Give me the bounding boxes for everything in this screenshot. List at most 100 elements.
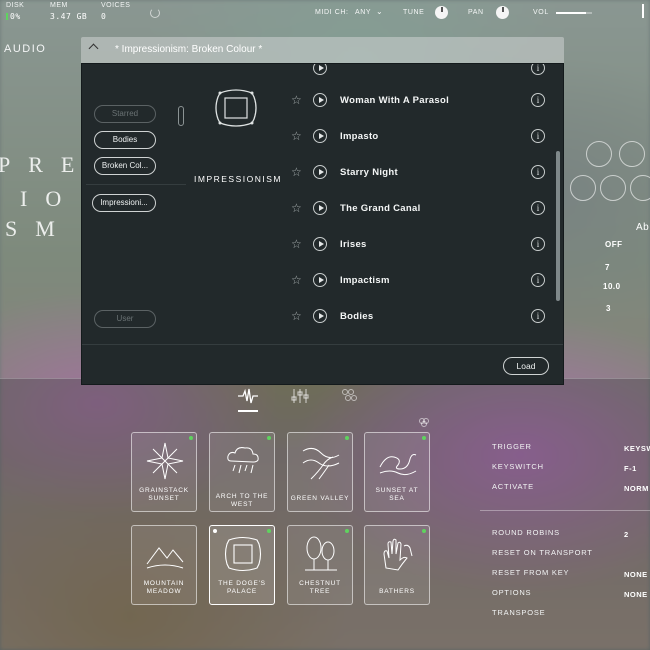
info-icon[interactable]: i [531,165,545,179]
filter-column: Starred Bodies Broken Col... Impressioni… [82,64,184,344]
status-dot [422,436,426,440]
pan-knob[interactable] [496,6,509,19]
preset-row[interactable]: ☆ Woman With A Parasol i [288,82,550,118]
tile-chestnut-tree[interactable]: Chestnut Tree [287,525,353,605]
selected-dot [213,529,217,533]
param-options-value[interactable]: NONE [624,590,648,599]
play-icon[interactable] [313,201,327,215]
preset-name: Starry Night [340,167,398,178]
mem-stat: MEM 3.47 GB [50,2,88,21]
panel-value[interactable]: 3 [606,304,611,313]
status-dot [345,436,349,440]
param-keyswitch-value[interactable]: F-1 [624,464,637,473]
param-trigger-value[interactable]: KEYSW [624,444,650,453]
star-icon[interactable]: ☆ [291,166,302,178]
filter-bodies[interactable]: Bodies [94,131,156,149]
param-reset-transport-label[interactable]: RESET ON TRANSPORT [492,548,593,557]
volume-slider[interactable] [556,12,592,14]
filter-impressionism[interactable]: Impressioni... [92,194,156,212]
browser-header: * Impressionism: Broken Colour * [81,37,564,63]
preset-row[interactable]: ☆ Irises i [288,226,550,262]
filter-user[interactable]: User [94,310,156,328]
load-button[interactable]: Load [503,357,549,375]
vol-label: VOL [533,9,549,16]
play-icon[interactable] [313,165,327,179]
star-icon[interactable]: ☆ [291,202,302,214]
info-icon[interactable]: i [531,64,545,75]
instrument-card[interactable]: IMPRESSIONISM [190,84,286,184]
status-dot [345,529,349,533]
param-round-robins-value[interactable]: 2 [624,530,629,539]
collapse-chevron-icon[interactable] [88,43,99,54]
mem-value: 3.47 GB [50,12,88,21]
param-options-label: OPTIONS [492,588,532,597]
info-icon[interactable]: i [531,201,545,215]
panel-value[interactable]: 7 [605,263,610,272]
star-icon[interactable]: ☆ [291,274,302,286]
play-icon[interactable] [313,93,327,107]
voices-stat: VOICES 0 [101,2,131,21]
preset-row[interactable]: ☆ Starry Night i [288,154,550,190]
preset-row[interactable]: ☆ Bodies i [288,298,550,334]
param-transpose-label[interactable]: TRANSPOSE [492,608,545,617]
preset-row[interactable]: ☆ Impasto i [288,118,550,154]
info-icon[interactable]: i [531,309,545,323]
fx-knob[interactable] [630,175,650,201]
picture-frame-icon [215,89,257,127]
play-icon[interactable] [313,129,327,143]
preset-row[interactable]: ☆ Impactism i [288,262,550,298]
tile-green-valley[interactable]: Green Valley [287,432,353,512]
tile-bathers[interactable]: Bathers [364,525,430,605]
preset-list: i ☆ Woman With A Parasol i ☆ Impasto i ☆… [288,64,558,344]
fx-knob[interactable] [586,141,612,167]
param-activate-value[interactable]: NORM [624,484,649,493]
preset-name: Irises [340,239,367,250]
filter-starred[interactable]: Starred [94,105,156,123]
star-icon[interactable]: ☆ [291,238,302,250]
title-letters-3: SM [5,216,73,241]
waveform-icon[interactable] [238,388,258,404]
fx-knob[interactable] [600,175,626,201]
grid-dots-icon[interactable] [340,388,360,404]
fx-knob[interactable] [619,141,645,167]
tune-knob[interactable] [435,6,448,19]
play-icon[interactable] [313,273,327,287]
midi-channel-select[interactable]: ANY [355,9,371,16]
panel-value[interactable]: 10.0 [603,282,621,291]
tile-grainstack-sunset[interactable]: Grainstack Sunset [131,432,197,512]
star-icon[interactable]: ☆ [291,130,302,142]
status-dot [422,529,426,533]
tile-sunset-at-sea[interactable]: Sunset at Sea [364,432,430,512]
panel-value[interactable]: OFF [605,240,623,249]
filter-scroll-handle[interactable] [178,106,184,126]
trees-icon [305,536,337,571]
hands-icon [383,538,413,571]
preset-scrollbar[interactable] [556,151,560,301]
info-icon[interactable]: i [531,93,545,107]
shuffle-icon[interactable] [418,416,430,428]
param-reset-key-value[interactable]: NONE [624,570,648,579]
play-icon[interactable] [313,237,327,251]
play-icon[interactable] [313,64,327,75]
filter-broken-colour[interactable]: Broken Col... [94,157,156,175]
divider [86,184,186,185]
play-icon[interactable] [313,309,327,323]
info-icon[interactable]: i [531,237,545,251]
fx-knob[interactable] [570,175,596,201]
preset-browser: Starred Bodies Broken Col... Impressioni… [81,63,564,385]
level-meter [642,4,644,18]
refresh-icon[interactable] [150,8,160,18]
info-icon[interactable]: i [531,129,545,143]
tile-mountain-meadow[interactable]: Mountain Meadow [131,525,197,605]
preset-row[interactable]: ☆ The Grand Canal i [288,190,550,226]
preset-name: Impasto [340,131,379,142]
star-icon[interactable]: ☆ [291,310,302,322]
star-icon[interactable]: ☆ [291,94,302,106]
mixer-sliders-icon[interactable] [290,388,310,404]
tile-the-doges-palace[interactable]: The Doge's Palace [209,525,275,605]
midi-channel-label: MIDI CH: [315,9,349,16]
info-icon[interactable]: i [531,273,545,287]
chevron-down-icon[interactable]: ⌄ [376,7,383,16]
tile-arch-to-the-west[interactable]: Arch to the West [209,432,275,512]
tune-label: TUNE [403,9,425,16]
